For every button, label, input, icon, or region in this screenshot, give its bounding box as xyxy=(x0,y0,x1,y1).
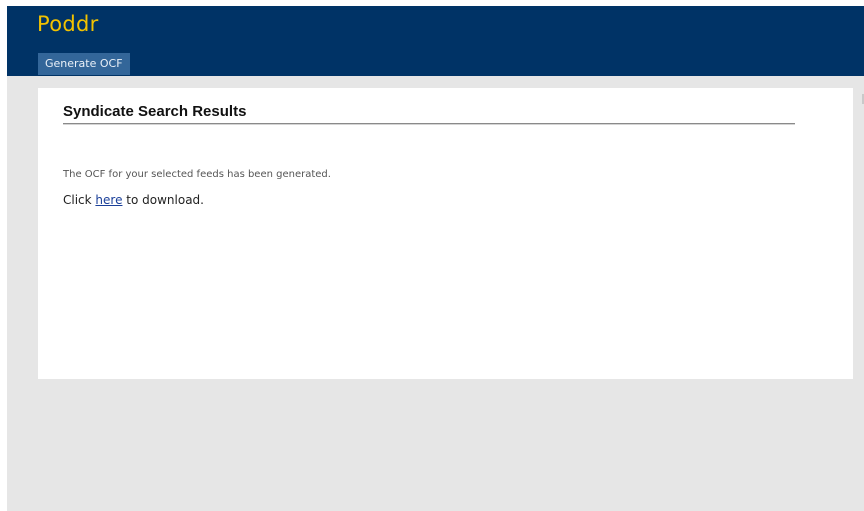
download-link[interactable]: here xyxy=(95,193,122,207)
download-prefix: Click xyxy=(63,193,96,207)
page-frame: Poddr Generate OCF Syndicate Search Resu… xyxy=(7,6,864,511)
download-suffix: to download. xyxy=(122,193,204,207)
site-logo[interactable]: Poddr xyxy=(37,12,99,36)
content-panel: Syndicate Search Results The OCF for you… xyxy=(38,88,853,379)
nav-tab-generate-ocf[interactable]: Generate OCF xyxy=(38,53,130,75)
site-header: Poddr Generate OCF xyxy=(7,6,864,76)
download-line: Click here to download. xyxy=(63,193,204,207)
title-divider xyxy=(63,123,795,125)
status-message: The OCF for your selected feeds has been… xyxy=(63,169,331,180)
page-title: Syndicate Search Results xyxy=(63,103,247,120)
